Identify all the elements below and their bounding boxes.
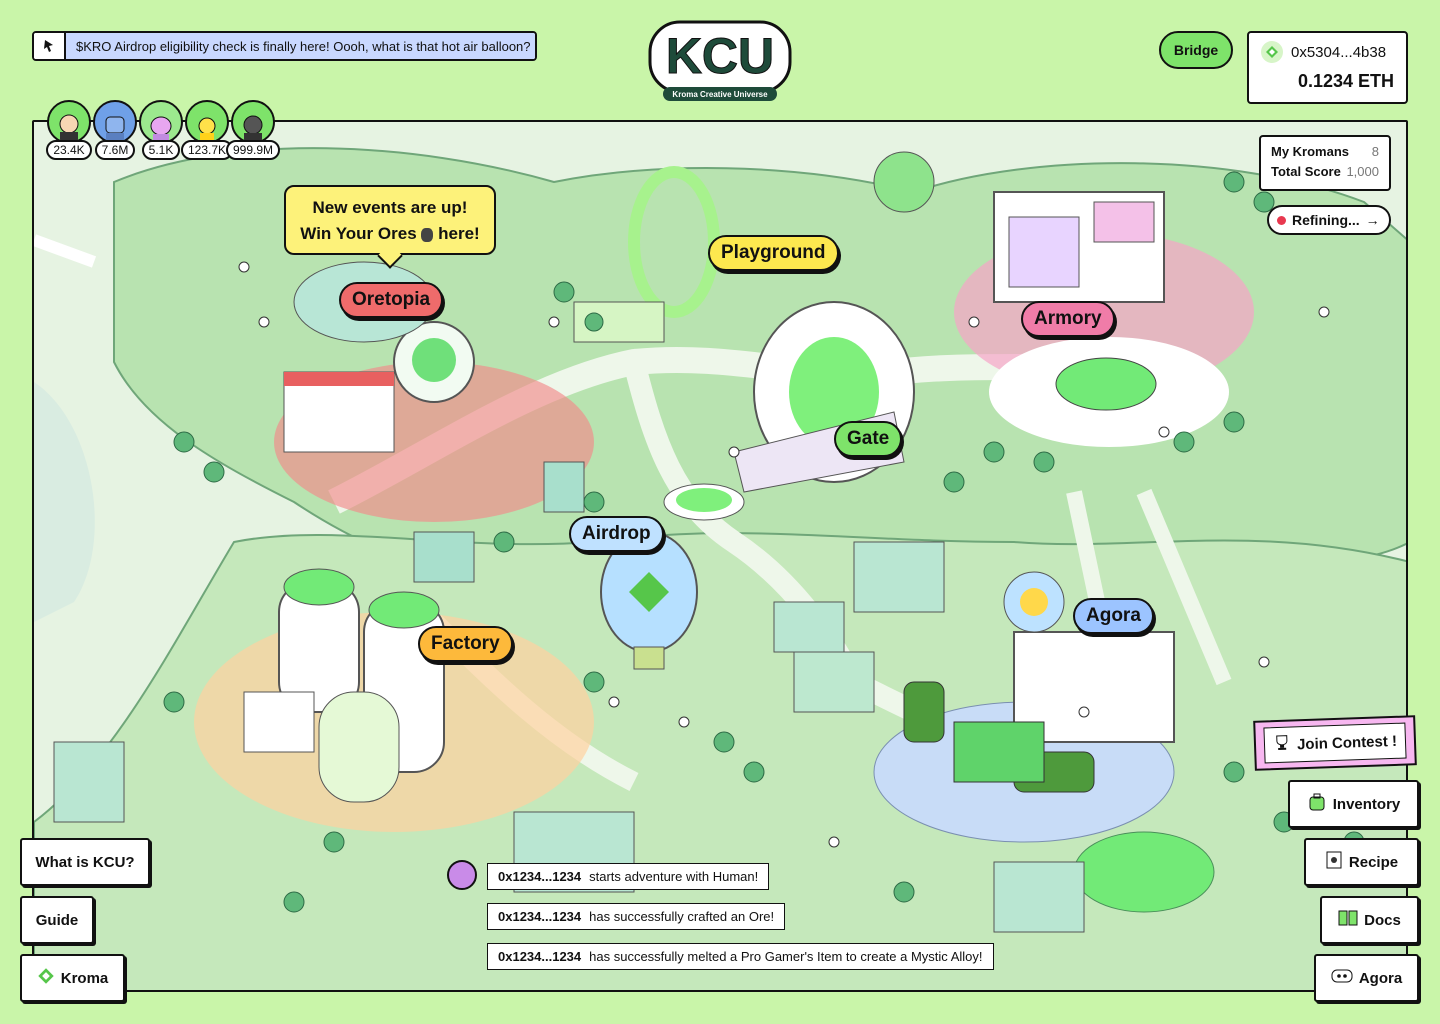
avatar-human-icon — [47, 100, 91, 144]
my-kromans-label: My Kromans — [1271, 144, 1350, 159]
location-factory[interactable]: Factory — [418, 626, 513, 662]
avatar[interactable]: 123.7K — [180, 100, 234, 160]
kromans-card: My Kromans 8 Total Score 1,000 — [1259, 135, 1391, 191]
event-bubble[interactable]: New events are up! Win Your Ores here! — [284, 185, 496, 255]
feed-item: 0x1234...1234 has successfully crafted an… — [487, 903, 786, 930]
location-airdrop[interactable]: Airdrop — [569, 516, 664, 552]
inventory-label: Inventory — [1332, 795, 1401, 813]
avatar[interactable]: 7.6M — [92, 100, 138, 160]
location-gate[interactable]: Gate — [834, 421, 903, 457]
avatar[interactable]: 23.4K — [46, 100, 92, 160]
kroma-logo-icon — [37, 967, 55, 989]
recipe-button[interactable]: Recipe — [1304, 838, 1419, 886]
total-score-value: 1,000 — [1346, 164, 1379, 179]
backpack-icon — [1307, 792, 1327, 816]
location-oretopia[interactable]: Oretopia — [339, 282, 444, 318]
pin-icon — [34, 33, 66, 59]
feed-item: 0x1234...1234 has successfully melted a P… — [487, 943, 994, 970]
trophy-icon — [1273, 735, 1292, 756]
wallet-address: 0x5304...4b38 — [1291, 43, 1387, 61]
announcement-text: $KRO Airdrop eligibility check is finall… — [66, 33, 535, 59]
recipe-label: Recipe — [1348, 853, 1399, 871]
avatar-count: 7.6M — [94, 140, 136, 160]
kcu-logo: KCU Kroma Creative Universe — [645, 17, 795, 102]
wallet-panel[interactable]: 0x5304...4b38 0.1234 ETH — [1247, 31, 1408, 104]
arrow-right-icon: → — [1365, 212, 1380, 228]
docs-button[interactable]: Docs — [1320, 896, 1419, 944]
my-kromans-value: 8 — [1371, 144, 1379, 159]
bridge-button[interactable]: Bridge — [1159, 31, 1233, 69]
agora-label: Agora — [1358, 969, 1403, 987]
status-dot-icon — [1277, 215, 1286, 225]
docs-label: Docs — [1364, 911, 1401, 929]
avatar-duck-icon — [185, 100, 229, 144]
ore-icon — [421, 227, 434, 242]
avatar-count: 5.1K — [141, 140, 181, 160]
event-line2b: here! — [438, 224, 480, 243]
avatar[interactable]: 5.1K — [138, 100, 184, 160]
join-contest-label: Join Contest ! — [1296, 732, 1398, 753]
leaderboard-avatars: 23.4K 7.6M 5.1K 123.7K 999.9M — [46, 100, 281, 160]
refining-button[interactable]: Refining... → — [1267, 205, 1391, 235]
avatar-count: 999.9M — [225, 140, 281, 160]
guide-button[interactable]: Guide — [20, 896, 94, 944]
refining-label: Refining... — [1292, 212, 1360, 228]
location-armory[interactable]: Armory — [1021, 301, 1115, 337]
kroma-button[interactable]: Kroma — [20, 954, 125, 1002]
inventory-button[interactable]: Inventory — [1288, 780, 1419, 828]
announcement-bar[interactable]: $KRO Airdrop eligibility check is finall… — [32, 31, 537, 61]
avatar-robot-icon — [93, 100, 137, 144]
feed-item: 0x1234...1234 starts adventure with Human… — [487, 863, 770, 890]
discord-icon — [1331, 968, 1353, 988]
avatar-ape-icon — [231, 100, 275, 144]
recipe-book-icon — [1325, 850, 1343, 874]
svg-text:KCU: KCU — [666, 28, 774, 84]
feed-avatar-icon — [447, 860, 477, 890]
kroma-logo-icon — [1261, 41, 1283, 63]
kroma-label: Kroma — [60, 969, 109, 987]
total-score-label: Total Score — [1271, 164, 1341, 179]
location-agora[interactable]: Agora — [1073, 598, 1154, 634]
event-line1: New events are up! — [312, 198, 468, 217]
logo-tagline: Kroma Creative Universe — [672, 90, 768, 99]
avatar[interactable]: 999.9M — [225, 100, 281, 160]
agora-button[interactable]: Agora — [1314, 954, 1419, 1002]
wallet-balance: 0.1234 ETH — [1297, 71, 1394, 91]
what-is-kcu-button[interactable]: What is KCU? — [20, 838, 150, 886]
event-line2a: Win Your Ores — [300, 224, 417, 243]
join-contest-button[interactable]: Join Contest ! — [1253, 715, 1417, 771]
location-playground[interactable]: Playground — [708, 235, 839, 271]
book-icon — [1338, 909, 1358, 931]
avatar-count: 23.4K — [46, 140, 92, 160]
avatar-alien-icon — [139, 100, 183, 144]
